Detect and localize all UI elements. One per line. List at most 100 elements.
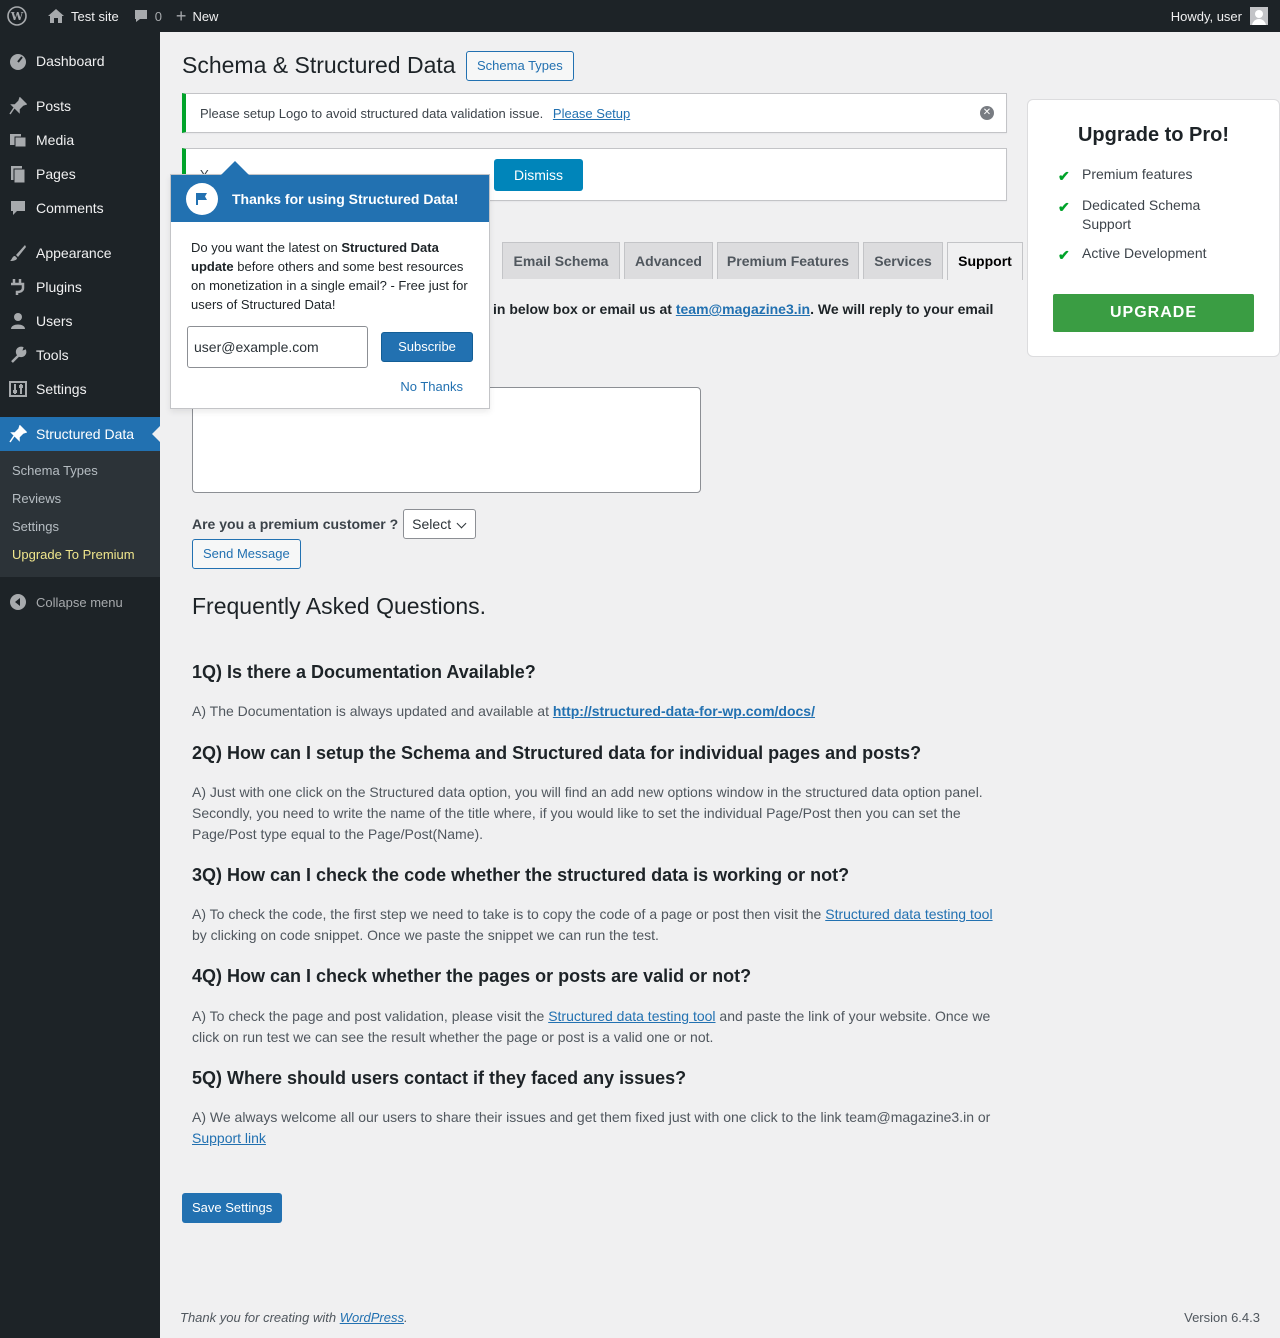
menu-label: Users <box>36 313 73 329</box>
popup-header: Thanks for using Structured Data! <box>171 175 489 222</box>
svg-text:W: W <box>10 10 24 23</box>
user-icon <box>8 311 28 331</box>
comments-count: 0 <box>154 8 162 24</box>
feature-list: ✔ Premium features ✔ Dedicated Schema Supp… <box>1028 165 1279 265</box>
home-icon <box>48 9 64 23</box>
schema-types-button[interactable]: Schema Types <box>466 51 574 81</box>
send-message-button[interactable]: Send Message <box>192 539 301 569</box>
wordpress-logo-icon[interactable]: W <box>0 0 40 32</box>
notice-text: Please setup Logo to avoid structured da… <box>200 106 544 121</box>
feature-item: ✔ Dedicated Schema Support <box>1058 196 1279 234</box>
faq-answer: A) We always welcome all our users to sh… <box>192 1107 1002 1149</box>
popup-body: Do you want the latest on Structured Dat… <box>171 222 489 314</box>
testing-tool-link[interactable]: Structured data testing tool <box>825 906 992 922</box>
menu-label: Plugins <box>36 279 82 295</box>
tab-services[interactable]: Services <box>863 242 943 279</box>
docs-link[interactable]: http://structured-data-for-wp.com/docs/ <box>553 703 815 719</box>
feature-item: ✔ Premium features <box>1058 165 1279 186</box>
select-value: Select <box>412 516 452 532</box>
howdy-text: Howdy, user <box>1170 8 1242 24</box>
premium-customer-row: Are you a premium customer ? Select <box>192 509 477 539</box>
submenu-settings[interactable]: Settings <box>0 513 160 541</box>
support-text: in below box or email us at <box>493 301 676 317</box>
menu-label: Dashboard <box>36 53 105 69</box>
logo-notice: Please setup Logo to avoid structured da… <box>182 93 1007 133</box>
submenu-upgrade[interactable]: Upgrade To Premium <box>0 541 160 569</box>
plugin-icon <box>8 277 28 297</box>
faq-question: 1Q) Is there a Documentation Available? <box>192 662 536 682</box>
faq-question: 2Q) How can I setup the Schema and Struc… <box>192 743 922 763</box>
close-icon[interactable]: ✕ <box>980 106 994 120</box>
faq-answer: A) Just with one click on the Structured… <box>192 784 983 842</box>
menu-label: Structured Data <box>36 426 135 442</box>
answer-text: A) We always welcome all our users to sh… <box>192 1109 991 1125</box>
admin-bar: W Test site 0 + New Howdy, user <box>0 0 1280 32</box>
please-setup-link[interactable]: Please Setup <box>553 106 630 121</box>
collapse-menu-button[interactable]: Collapse menu <box>0 585 160 619</box>
media-icon <box>8 130 28 150</box>
subscribe-button[interactable]: Subscribe <box>381 332 473 362</box>
support-text-end: . We will reply to your email <box>810 301 994 317</box>
support-link[interactable]: Support link <box>192 1130 266 1146</box>
faq-question: 5Q) Where should users contact if they f… <box>192 1068 687 1088</box>
faq-question: 4Q) How can I check whether the pages or… <box>192 966 752 986</box>
subscribe-row: user@example.com Subscribe <box>171 326 489 368</box>
footer-thanks: Thank you for creating with WordPress. <box>180 1310 408 1325</box>
plus-icon: + <box>175 5 187 26</box>
brush-icon <box>8 243 28 263</box>
footer-version: Version 6.4.3 <box>1184 1310 1260 1325</box>
answer-text: A) To check the page and post validation… <box>192 1008 549 1024</box>
testing-tool-link[interactable]: Structured data testing tool <box>548 1008 715 1024</box>
footer-text-end: . <box>404 1310 408 1325</box>
menu-label: Tools <box>36 347 69 363</box>
popup-text: Do you want the latest on <box>191 240 342 255</box>
newsletter-popup: Thanks for using Structured Data! Do you… <box>170 161 490 409</box>
admin-menu: Dashboard Posts Media Pages Comments App… <box>0 32 160 1338</box>
menu-appearance[interactable]: Appearance <box>0 236 160 270</box>
pages-icon <box>8 164 28 184</box>
support-instructions: in below box or email us at team@magazin… <box>493 301 993 317</box>
answer-text: A) To check the code, the first step we … <box>192 906 826 922</box>
tab-advanced[interactable]: Advanced <box>624 242 713 279</box>
menu-media[interactable]: Media <box>0 123 160 157</box>
support-email-link[interactable]: team@magazine3.in <box>676 301 810 317</box>
site-name-link[interactable]: Test site <box>40 0 126 32</box>
comments-link[interactable]: 0 <box>126 0 169 32</box>
account-menu[interactable]: Howdy, user <box>1171 7 1280 25</box>
submenu: Schema Types Reviews Settings Upgrade To… <box>0 451 160 577</box>
tab-support[interactable]: Support <box>947 242 1023 280</box>
feature-label: Premium features <box>1082 166 1193 182</box>
new-label: New <box>192 8 219 24</box>
submenu-schema-types[interactable]: Schema Types <box>0 457 160 485</box>
upgrade-box: Upgrade to Pro! ✔ Premium features ✔ Dedic… <box>1027 99 1280 357</box>
menu-comments[interactable]: Comments <box>0 191 160 225</box>
menu-settings[interactable]: Settings <box>0 372 160 406</box>
page-title: Schema & Structured Data <box>182 52 456 78</box>
menu-tools[interactable]: Tools <box>0 338 160 372</box>
menu-posts[interactable]: Posts <box>0 89 160 123</box>
feature-item: ✔ Active Development <box>1058 244 1279 265</box>
upgrade-button[interactable]: UPGRADE <box>1053 294 1254 332</box>
dismiss-button[interactable]: Dismiss <box>494 159 583 191</box>
menu-structured-data[interactable]: Structured Data <box>0 417 160 451</box>
save-settings-button[interactable]: Save Settings <box>182 1193 283 1223</box>
feature-label: Dedicated Schema Support <box>1082 197 1201 232</box>
menu-users[interactable]: Users <box>0 304 160 338</box>
menu-label: Comments <box>36 200 104 216</box>
answer-text: A) The Documentation is always updated a… <box>192 703 553 719</box>
no-thanks-link[interactable]: No Thanks <box>400 379 463 394</box>
tab-email-schema[interactable]: Email Schema <box>502 242 620 279</box>
email-input[interactable]: user@example.com <box>187 326 368 368</box>
premium-customer-select[interactable]: Select <box>403 509 477 539</box>
checkmark-icon: ✔ <box>1058 247 1070 263</box>
checkmark-icon: ✔ <box>1058 199 1070 215</box>
menu-plugins[interactable]: Plugins <box>0 270 160 304</box>
menu-pages[interactable]: Pages <box>0 157 160 191</box>
comment-icon <box>134 10 147 22</box>
submenu-reviews[interactable]: Reviews <box>0 485 160 513</box>
tab-premium-features[interactable]: Premium Features <box>717 242 859 279</box>
wordpress-link[interactable]: WordPress <box>340 1310 404 1325</box>
menu-label: Media <box>36 132 75 148</box>
menu-dashboard[interactable]: Dashboard <box>0 44 160 78</box>
new-content-link[interactable]: + New <box>169 0 226 32</box>
